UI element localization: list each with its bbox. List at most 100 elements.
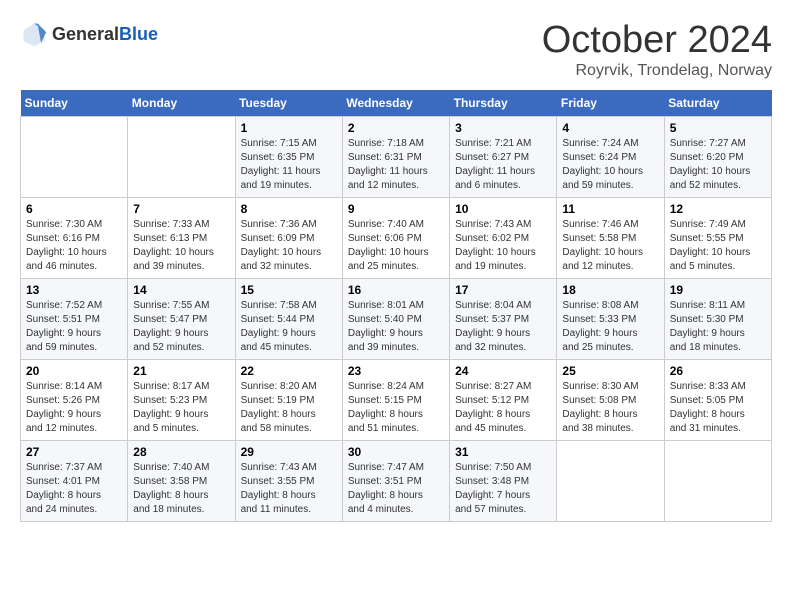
calendar-cell [128,116,235,197]
day-info: Sunrise: 7:36 AM Sunset: 6:09 PM Dayligh… [241,218,337,274]
page-header: GeneralBlue October 2024 Royrvik, Tronde… [20,20,772,80]
day-info: Sunrise: 7:49 AM Sunset: 5:55 PM Dayligh… [670,218,766,274]
day-number: 3 [455,121,551,135]
day-number: 4 [562,121,658,135]
column-header-thursday: Thursday [450,90,557,117]
day-number: 30 [348,445,444,459]
calendar-cell: 14 Sunrise: 7:55 AM Sunset: 5:47 PM Dayli… [128,278,235,359]
calendar-cell: 22Sunrise: 8:20 AM Sunset: 5:19 PM Dayli… [235,359,342,440]
day-info: Sunrise: 7:40 AM Sunset: 6:06 PM Dayligh… [348,218,444,274]
day-number: 13 [26,283,122,297]
day-info: Sunrise: 8:01 AM Sunset: 5:40 PM Dayligh… [348,299,444,355]
calendar-cell: 16 Sunrise: 8:01 AM Sunset: 5:40 PM Dayli… [342,278,449,359]
calendar-header-row: SundayMondayTuesdayWednesdayThursdayFrid… [21,90,772,117]
calendar-cell: 5 Sunrise: 7:27 AM Sunset: 6:20 PM Daylig… [664,116,771,197]
calendar-cell: 26 Sunrise: 8:33 AM Sunset: 5:05 PM Dayli… [664,359,771,440]
day-number: 7 [133,202,229,216]
day-info: Sunrise: 7:46 AM Sunset: 5:58 PM Dayligh… [562,218,658,274]
day-info: Sunrise: 8:20 AM Sunset: 5:19 PM Dayligh… [241,380,337,436]
logo-blue: Blue [119,24,158,44]
calendar-cell [557,440,664,521]
day-number: 19 [670,283,766,297]
day-number: 21 [133,364,229,378]
logo: GeneralBlue [20,20,158,48]
calendar-cell: 31Sunrise: 7:50 AM Sunset: 3:48 PM Dayli… [450,440,557,521]
day-info: Sunrise: 7:40 AM Sunset: 3:58 PM Dayligh… [133,461,229,517]
calendar-cell: 7 Sunrise: 7:33 AM Sunset: 6:13 PM Daylig… [128,197,235,278]
calendar-week-row: 1Sunrise: 7:15 AM Sunset: 6:35 PM Daylig… [21,116,772,197]
column-header-wednesday: Wednesday [342,90,449,117]
location-title: Royrvik, Trondelag, Norway [542,62,772,80]
calendar-cell: 13 Sunrise: 7:52 AM Sunset: 5:51 PM Dayli… [21,278,128,359]
calendar-cell: 18 Sunrise: 8:08 AM Sunset: 5:33 PM Dayli… [557,278,664,359]
day-number: 26 [670,364,766,378]
day-info: Sunrise: 7:30 AM Sunset: 6:16 PM Dayligh… [26,218,122,274]
calendar-cell: 11 Sunrise: 7:46 AM Sunset: 5:58 PM Dayli… [557,197,664,278]
day-info: Sunrise: 8:27 AM Sunset: 5:12 PM Dayligh… [455,380,551,436]
day-info: Sunrise: 7:37 AM Sunset: 4:01 PM Dayligh… [26,461,122,517]
title-block: October 2024 Royrvik, Trondelag, Norway [542,20,772,80]
calendar-cell: 3Sunrise: 7:21 AM Sunset: 6:27 PM Daylig… [450,116,557,197]
calendar-cell: 1Sunrise: 7:15 AM Sunset: 6:35 PM Daylig… [235,116,342,197]
day-info: Sunrise: 7:50 AM Sunset: 3:48 PM Dayligh… [455,461,551,517]
day-info: Sunrise: 8:24 AM Sunset: 5:15 PM Dayligh… [348,380,444,436]
calendar-table: SundayMondayTuesdayWednesdayThursdayFrid… [20,90,772,522]
day-info: Sunrise: 7:27 AM Sunset: 6:20 PM Dayligh… [670,137,766,193]
day-number: 24 [455,364,551,378]
calendar-cell [21,116,128,197]
day-number: 29 [241,445,337,459]
calendar-cell: 24 Sunrise: 8:27 AM Sunset: 5:12 PM Dayli… [450,359,557,440]
logo-text: GeneralBlue [52,24,158,45]
calendar-cell: 17Sunrise: 8:04 AM Sunset: 5:37 PM Dayli… [450,278,557,359]
day-number: 10 [455,202,551,216]
calendar-cell: 29 Sunrise: 7:43 AM Sunset: 3:55 PM Dayli… [235,440,342,521]
day-info: Sunrise: 8:08 AM Sunset: 5:33 PM Dayligh… [562,299,658,355]
logo-icon [20,20,48,48]
column-header-friday: Friday [557,90,664,117]
day-number: 11 [562,202,658,216]
day-info: Sunrise: 7:58 AM Sunset: 5:44 PM Dayligh… [241,299,337,355]
calendar-cell: 19 Sunrise: 8:11 AM Sunset: 5:30 PM Dayli… [664,278,771,359]
day-number: 27 [26,445,122,459]
calendar-cell: 9 Sunrise: 7:40 AM Sunset: 6:06 PM Daylig… [342,197,449,278]
day-number: 25 [562,364,658,378]
day-info: Sunrise: 7:52 AM Sunset: 5:51 PM Dayligh… [26,299,122,355]
day-number: 23 [348,364,444,378]
calendar-cell [664,440,771,521]
calendar-week-row: 6Sunrise: 7:30 AM Sunset: 6:16 PM Daylig… [21,197,772,278]
day-info: Sunrise: 8:11 AM Sunset: 5:30 PM Dayligh… [670,299,766,355]
day-info: Sunrise: 7:43 AM Sunset: 6:02 PM Dayligh… [455,218,551,274]
day-number: 1 [241,121,337,135]
day-number: 12 [670,202,766,216]
month-title: October 2024 [542,20,772,62]
calendar-cell: 20Sunrise: 8:14 AM Sunset: 5:26 PM Dayli… [21,359,128,440]
column-header-monday: Monday [128,90,235,117]
day-number: 9 [348,202,444,216]
day-info: Sunrise: 8:14 AM Sunset: 5:26 PM Dayligh… [26,380,122,436]
calendar-cell: 25 Sunrise: 8:30 AM Sunset: 5:08 PM Dayli… [557,359,664,440]
day-number: 14 [133,283,229,297]
day-info: Sunrise: 7:33 AM Sunset: 6:13 PM Dayligh… [133,218,229,274]
day-info: Sunrise: 8:30 AM Sunset: 5:08 PM Dayligh… [562,380,658,436]
day-number: 16 [348,283,444,297]
calendar-cell: 28Sunrise: 7:40 AM Sunset: 3:58 PM Dayli… [128,440,235,521]
calendar-week-row: 20Sunrise: 8:14 AM Sunset: 5:26 PM Dayli… [21,359,772,440]
day-info: Sunrise: 8:04 AM Sunset: 5:37 PM Dayligh… [455,299,551,355]
calendar-cell: 21Sunrise: 8:17 AM Sunset: 5:23 PM Dayli… [128,359,235,440]
calendar-cell: 10 Sunrise: 7:43 AM Sunset: 6:02 PM Dayli… [450,197,557,278]
day-number: 18 [562,283,658,297]
column-header-sunday: Sunday [21,90,128,117]
calendar-cell: 15Sunrise: 7:58 AM Sunset: 5:44 PM Dayli… [235,278,342,359]
calendar-cell: 4Sunrise: 7:24 AM Sunset: 6:24 PM Daylig… [557,116,664,197]
calendar-cell: 30 Sunrise: 7:47 AM Sunset: 3:51 PM Dayli… [342,440,449,521]
calendar-cell: 8Sunrise: 7:36 AM Sunset: 6:09 PM Daylig… [235,197,342,278]
calendar-cell: 23 Sunrise: 8:24 AM Sunset: 5:15 PM Dayli… [342,359,449,440]
calendar-cell: 12 Sunrise: 7:49 AM Sunset: 5:55 PM Dayli… [664,197,771,278]
day-info: Sunrise: 7:43 AM Sunset: 3:55 PM Dayligh… [241,461,337,517]
column-header-saturday: Saturday [664,90,771,117]
day-info: Sunrise: 7:55 AM Sunset: 5:47 PM Dayligh… [133,299,229,355]
day-info: Sunrise: 8:33 AM Sunset: 5:05 PM Dayligh… [670,380,766,436]
day-info: Sunrise: 7:47 AM Sunset: 3:51 PM Dayligh… [348,461,444,517]
day-number: 5 [670,121,766,135]
column-header-tuesday: Tuesday [235,90,342,117]
